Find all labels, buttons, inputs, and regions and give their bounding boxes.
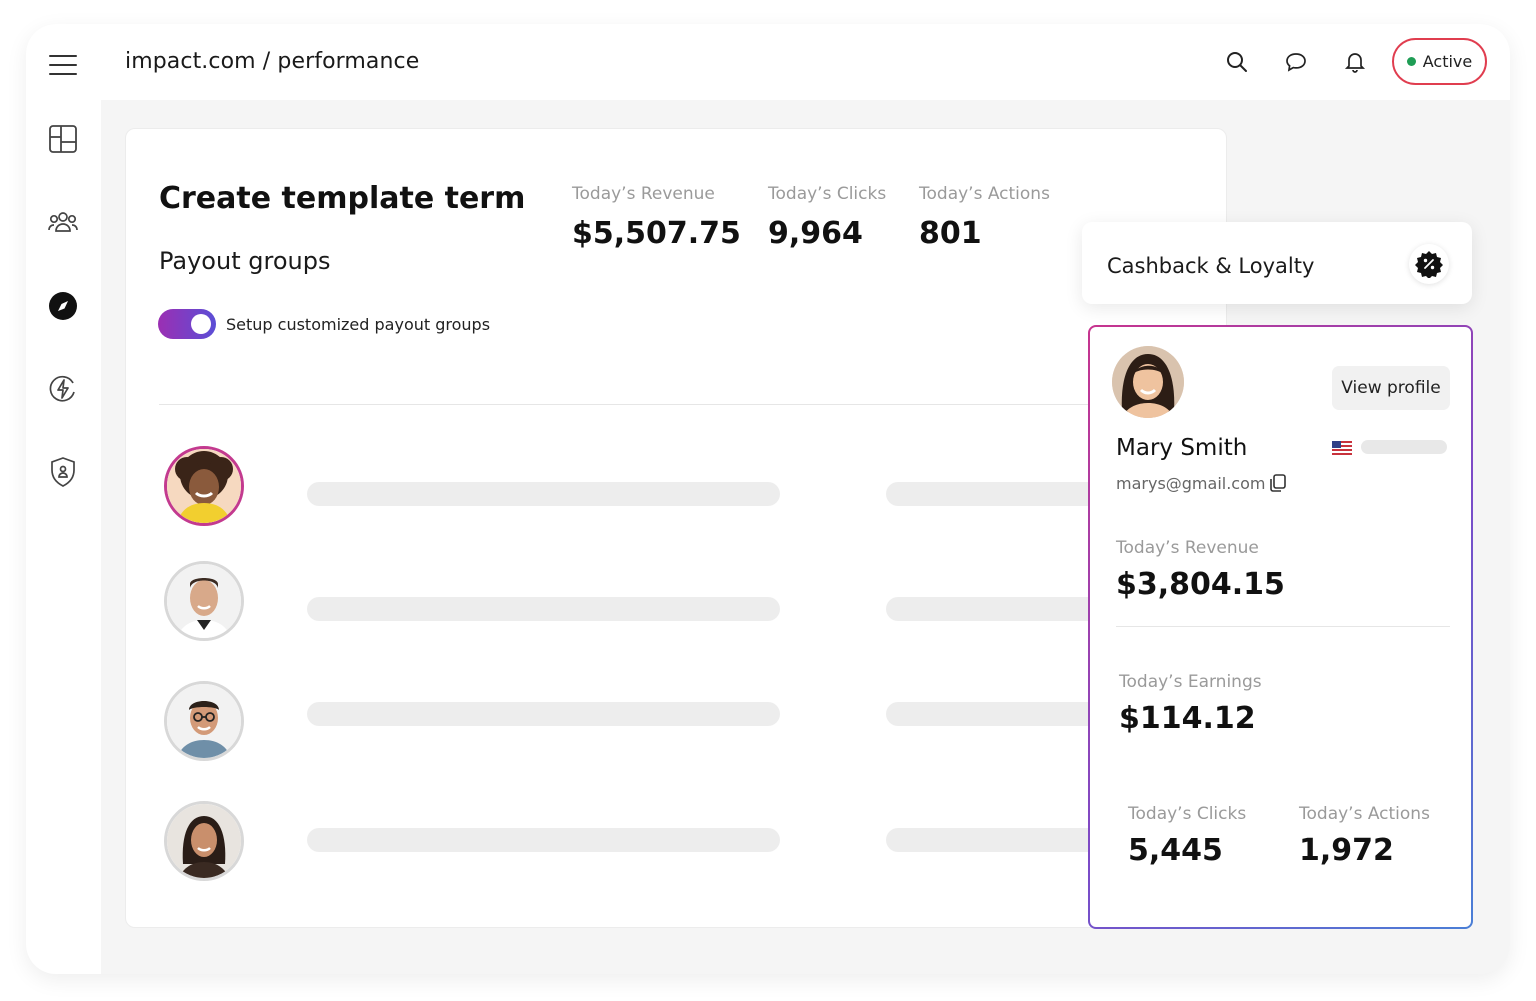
payout-groups-toggle[interactable] [158, 309, 216, 339]
compass-icon[interactable] [46, 289, 80, 323]
dashboard-icon[interactable] [46, 122, 80, 156]
skeleton-bar [307, 828, 780, 852]
stat-value: $5,507.75 [572, 216, 741, 251]
stat-value: 9,964 [768, 216, 863, 251]
list-item[interactable] [126, 681, 1226, 761]
status-badge[interactable]: Active [1392, 38, 1487, 85]
earnings-label: Today’s Earnings [1119, 672, 1262, 692]
cashback-title: Cashback & Loyalty [1107, 254, 1315, 278]
skeleton-bar [307, 702, 780, 726]
top-header: impact.com / performance Active [101, 24, 1510, 100]
cashback-loyalty-card[interactable]: Cashback & Loyalty [1082, 222, 1472, 304]
bell-icon[interactable] [1342, 49, 1368, 75]
list-item[interactable] [126, 561, 1226, 641]
skeleton-bar [307, 482, 780, 506]
discount-badge-icon [1409, 244, 1449, 284]
status-label: Active [1422, 52, 1473, 71]
view-profile-button[interactable]: View profile [1332, 366, 1450, 410]
stat-revenue: Today’s Revenue $5,507.75 [572, 184, 741, 251]
stat-label: Today’s Revenue [572, 184, 715, 204]
revenue-value: $3,804.15 [1116, 567, 1285, 602]
profile-name: Mary Smith [1116, 435, 1248, 461]
sidebar [26, 24, 101, 974]
main-card: Create template term Payout groups Setup… [125, 128, 1227, 928]
avatar[interactable] [164, 681, 244, 761]
earnings-value: $114.12 [1119, 701, 1256, 736]
avatar[interactable] [164, 801, 244, 881]
users-icon[interactable] [46, 205, 80, 239]
stat-value: 801 [919, 216, 982, 251]
avatar[interactable] [1112, 346, 1184, 418]
stat-clicks: Today’s Clicks 9,964 [768, 184, 886, 251]
revenue-label: Today’s Revenue [1116, 538, 1259, 558]
menu-icon[interactable] [46, 48, 80, 82]
profile-card-body: View profile Mary Smith marys@gmail.com … [1090, 327, 1471, 927]
list-item[interactable] [126, 801, 1226, 881]
profile-card: View profile Mary Smith marys@gmail.com … [1088, 325, 1473, 929]
search-icon[interactable] [1224, 49, 1250, 75]
page-title: Create template term [159, 181, 526, 216]
chat-icon[interactable] [1283, 49, 1309, 75]
breadcrumb[interactable]: impact.com / performance [125, 49, 419, 74]
actions-label: Today’s Actions [1299, 804, 1430, 824]
toggle-label: Setup customized payout groups [226, 315, 491, 334]
section-title: Payout groups [159, 247, 331, 275]
stat-actions: Today’s Actions 801 [919, 184, 1050, 251]
clicks-value: 5,445 [1128, 833, 1223, 868]
stat-label: Today’s Clicks [768, 184, 887, 204]
skeleton-bar [307, 597, 780, 621]
profile-email: marys@gmail.com [1116, 474, 1266, 493]
us-flag-icon [1332, 440, 1352, 455]
list-item[interactable] [126, 446, 1226, 526]
skeleton-bar [1361, 440, 1447, 454]
lightning-icon[interactable] [46, 372, 80, 406]
stat-label: Today’s Actions [919, 184, 1050, 204]
actions-value: 1,972 [1299, 833, 1394, 868]
avatar[interactable] [164, 446, 244, 526]
status-dot-icon [1406, 57, 1416, 66]
avatar[interactable] [164, 561, 244, 641]
shield-icon[interactable] [46, 455, 80, 489]
divider [1116, 626, 1450, 627]
clicks-label: Today’s Clicks [1128, 804, 1247, 824]
toggle-knob [191, 314, 211, 334]
divider [159, 404, 1194, 405]
copy-icon[interactable] [1268, 473, 1288, 493]
